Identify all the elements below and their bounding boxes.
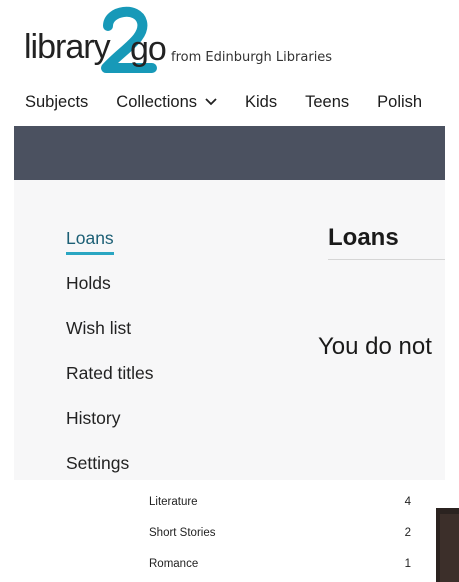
nav-item-subjects[interactable]: Subjects (25, 93, 88, 112)
logo-text-go: go (130, 30, 167, 68)
account-panel: Loans Holds Wish list Rated titles Histo… (14, 180, 445, 480)
subject-count: 1 (404, 557, 411, 570)
library2go-logo[interactable]: library go from Edinburgh Libraries (24, 7, 344, 82)
sidebar-item-loans[interactable]: Loans (66, 228, 154, 273)
empty-state-message: You do not (318, 333, 432, 360)
nav-item-teens[interactable]: Teens (305, 93, 349, 112)
sidebar-item-history[interactable]: History (66, 408, 154, 453)
subject-name: Romance (149, 557, 199, 570)
book-cover-thumbnail[interactable] (436, 508, 459, 582)
list-item[interactable]: Short Stories 2 (120, 517, 435, 548)
title-divider (328, 259, 445, 260)
list-item[interactable]: Literature 4 (120, 486, 435, 517)
list-item[interactable]: Romance 1 (120, 548, 435, 579)
chevron-down-icon (205, 98, 217, 106)
account-sidebar: Loans Holds Wish list Rated titles Histo… (66, 228, 154, 498)
nav-item-collections[interactable]: Collections (116, 93, 217, 112)
sidebar-item-holds[interactable]: Holds (66, 273, 154, 318)
subject-name: Literature (149, 495, 198, 508)
sidebar-item-wish-list[interactable]: Wish list (66, 318, 154, 363)
subject-count: 4 (404, 495, 411, 508)
page-title: Loans (328, 224, 399, 251)
sidebar-item-rated-titles[interactable]: Rated titles (66, 363, 154, 408)
subject-name: Short Stories (149, 526, 216, 539)
subject-list: Literature 4 Short Stories 2 Romance 1 (120, 486, 435, 582)
page-banner (14, 126, 445, 180)
main-nav: Subjects Collections Kids Teens Polish (25, 90, 422, 114)
logo-subtitle: from Edinburgh Libraries (171, 50, 333, 65)
nav-item-kids[interactable]: Kids (245, 93, 277, 112)
subject-count: 2 (404, 526, 411, 539)
nav-item-polish[interactable]: Polish (377, 93, 422, 112)
